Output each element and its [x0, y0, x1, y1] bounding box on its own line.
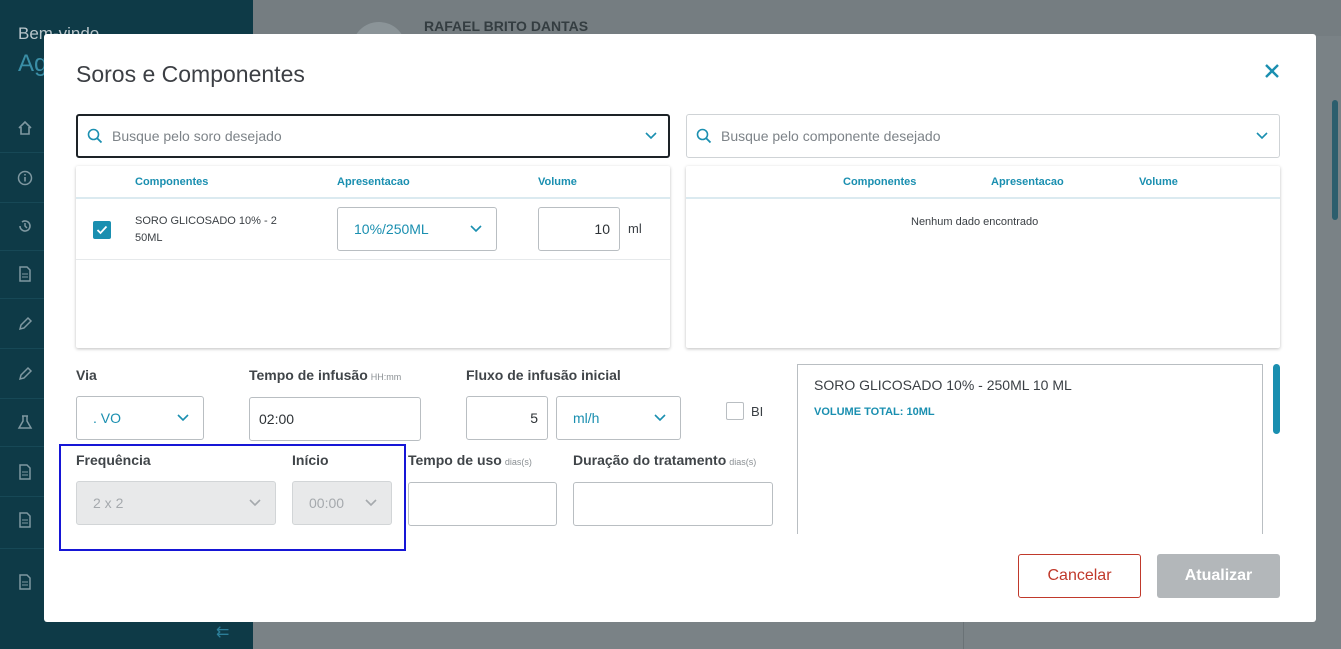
close-icon[interactable] — [1261, 60, 1283, 84]
summary-total: VOLUME TOTAL: 10ML — [814, 406, 935, 418]
tempo-uso-hint: dias(s) — [504, 457, 532, 467]
summary-line: SORO GLICOSADO 10% - 250ML 10 ML — [814, 377, 1072, 393]
componente-search-field[interactable] — [686, 114, 1280, 158]
search-icon — [687, 128, 721, 144]
empty-message: Nenhum dado encontrado — [911, 216, 1039, 228]
pencil-icon[interactable] — [16, 316, 34, 334]
via-select[interactable]: . VO — [76, 396, 204, 440]
cancel-button[interactable]: Cancelar — [1018, 554, 1141, 598]
history-icon[interactable] — [16, 218, 34, 236]
duracao-input[interactable] — [573, 482, 773, 526]
document-icon[interactable] — [16, 266, 34, 284]
header-divider — [686, 197, 1280, 199]
componente-search-input[interactable] — [721, 128, 1245, 144]
document-icon[interactable] — [16, 512, 34, 530]
app-header — [253, 0, 1341, 36]
background-panel — [963, 620, 1341, 649]
chevron-down-icon[interactable] — [1245, 132, 1279, 140]
duracao-label: Duração do tratamento dias(s) — [573, 452, 756, 468]
info-icon[interactable] — [16, 170, 34, 188]
via-value: . VO — [93, 410, 122, 426]
fluxo-infusao-label: Fluxo de infusão inicial — [466, 367, 621, 383]
chevron-down-icon[interactable] — [634, 132, 668, 140]
tempo-infusao-input[interactable] — [249, 397, 421, 441]
fluxo-infusao-input[interactable] — [466, 396, 548, 440]
row-checkbox[interactable] — [93, 221, 111, 239]
document-icon[interactable] — [16, 464, 34, 482]
bi-label: BI — [751, 404, 764, 419]
soro-search-input[interactable] — [112, 128, 634, 144]
focus-highlight-frame — [59, 444, 406, 551]
soros-componentes-modal: Soros e Componentes Componentes Apresent… — [44, 34, 1316, 622]
duracao-hint: dias(s) — [729, 457, 757, 467]
row-divider — [76, 259, 670, 260]
chevron-down-icon — [177, 409, 189, 427]
tempo-uso-label-text: Tempo de uso — [408, 452, 502, 468]
page-scrollbar[interactable] — [1332, 100, 1338, 220]
summary-scrollbar[interactable] — [1273, 364, 1280, 434]
duracao-label-text: Duração do tratamento — [573, 452, 727, 468]
update-button[interactable]: Atualizar — [1157, 554, 1280, 598]
chevron-down-icon — [470, 220, 482, 238]
summary-box: SORO GLICOSADO 10% - 250ML 10 ML VOLUME … — [797, 364, 1263, 534]
modal-title: Soros e Componentes — [76, 61, 305, 87]
soro-search-field[interactable] — [76, 114, 670, 158]
tempo-uso-label: Tempo de uso dias(s) — [408, 452, 532, 468]
tempo-infusao-hint: HH:mm — [370, 372, 402, 382]
tempo-infusao-label-text: Tempo de infusão — [249, 367, 368, 383]
via-label: Via — [76, 367, 97, 383]
column-header-componentes: Componentes — [135, 176, 209, 188]
document-icon[interactable] — [16, 574, 34, 592]
apresentacao-select[interactable]: 10%/250ML — [337, 207, 497, 251]
fluxo-unit-select[interactable]: ml/h — [556, 396, 681, 440]
componente-name: SORO GLICOSADO 10% - 2 50ML — [135, 215, 277, 244]
fluxo-unit-value: ml/h — [573, 410, 600, 426]
bi-checkbox[interactable] — [726, 402, 744, 420]
home-icon[interactable] — [16, 120, 34, 138]
componente-table: Componentes Apresentacao Volume Nenhum d… — [686, 166, 1280, 348]
apresentacao-value: 10%/250ML — [354, 221, 429, 237]
brand-text: Ag — [18, 50, 48, 77]
flask-icon[interactable] — [16, 414, 34, 432]
tempo-uso-input[interactable] — [408, 482, 557, 526]
patient-name: RAFAEL BRITO DANTAS — [424, 18, 589, 34]
chevron-down-icon — [654, 409, 666, 427]
column-header-componentes: Componentes — [843, 176, 917, 188]
pencil-icon[interactable] — [16, 366, 34, 384]
column-header-apresentacao: Apresentacao — [337, 176, 410, 188]
header-divider — [76, 197, 670, 199]
collapse-sidebar-icon[interactable]: ⇇ — [216, 622, 229, 642]
column-header-volume: Volume — [538, 176, 577, 188]
search-icon — [78, 128, 112, 144]
column-header-apresentacao: Apresentacao — [991, 176, 1064, 188]
tempo-infusao-label: Tempo de infusão HH:mm — [249, 367, 401, 383]
soro-table: Componentes Apresentacao Volume SORO GLI… — [76, 166, 670, 348]
volume-unit: ml — [628, 221, 642, 236]
column-header-volume: Volume — [1139, 176, 1178, 188]
volume-input[interactable] — [538, 207, 620, 251]
